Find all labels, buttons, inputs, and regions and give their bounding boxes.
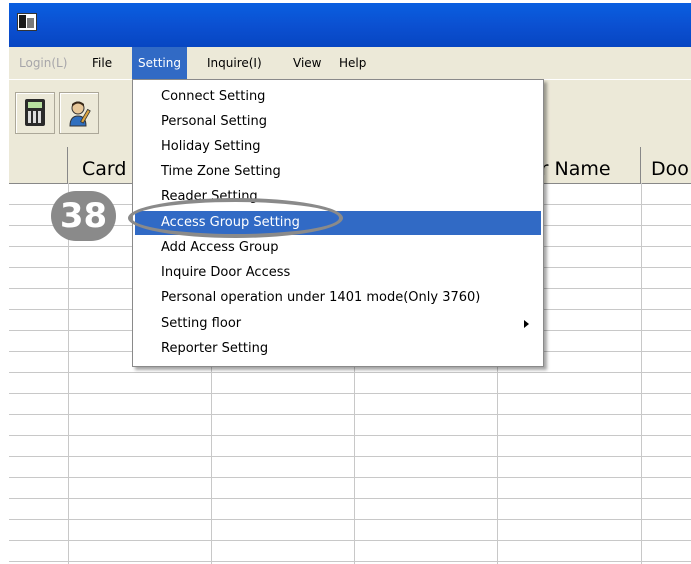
menu-item-inquire-door-access[interactable]: Inquire Door Access xyxy=(135,261,541,285)
grid-line xyxy=(9,561,691,562)
menu-setting[interactable]: Setting xyxy=(132,47,187,79)
submenu-arrow-icon xyxy=(524,320,529,328)
menu-login[interactable]: Login(L) xyxy=(13,47,73,79)
menu-item-add-access-group[interactable]: Add Access Group xyxy=(135,236,541,260)
step-number-badge: 38 xyxy=(51,191,116,241)
menu-bar: Login(L) File Setting Inquire(I) View He… xyxy=(9,47,691,79)
menu-item-personal-operation-1401[interactable]: Personal operation under 1401 mode(Only … xyxy=(135,286,541,310)
menu-inquire[interactable]: Inquire(I) xyxy=(201,47,268,79)
app-icon[interactable] xyxy=(17,13,37,31)
grid-line xyxy=(9,414,691,415)
highlight-ellipse xyxy=(128,198,343,238)
menu-item-time-zone-setting[interactable]: Time Zone Setting xyxy=(135,160,541,184)
grid-line xyxy=(9,456,691,457)
person-edit-icon xyxy=(69,101,91,127)
grid-line xyxy=(9,498,691,499)
calculator-button[interactable] xyxy=(15,92,55,134)
menu-help[interactable]: Help xyxy=(333,47,372,79)
calculator-icon xyxy=(25,99,45,126)
title-bar xyxy=(9,3,691,47)
menu-item-personal-setting[interactable]: Personal Setting xyxy=(135,110,541,134)
grid-line xyxy=(9,519,691,520)
person-edit-button[interactable] xyxy=(59,92,99,134)
menu-file[interactable]: File xyxy=(86,47,118,79)
header-corner xyxy=(9,147,68,183)
menu-item-reporter-setting[interactable]: Reporter Setting xyxy=(135,337,541,361)
grid-line xyxy=(9,372,691,373)
grid-line xyxy=(9,540,691,541)
grid-line xyxy=(641,183,642,564)
header-door[interactable]: Doo xyxy=(641,147,691,183)
menu-item-connect-setting[interactable]: Connect Setting xyxy=(135,85,541,109)
menu-item-setting-floor-label: Setting floor xyxy=(161,316,242,331)
grid-line xyxy=(9,435,691,436)
menu-item-holiday-setting[interactable]: Holiday Setting xyxy=(135,135,541,159)
menu-item-setting-floor[interactable]: Setting floor xyxy=(135,312,541,336)
grid-line xyxy=(9,393,691,394)
grid-line xyxy=(9,477,691,478)
menu-view[interactable]: View xyxy=(287,47,327,79)
